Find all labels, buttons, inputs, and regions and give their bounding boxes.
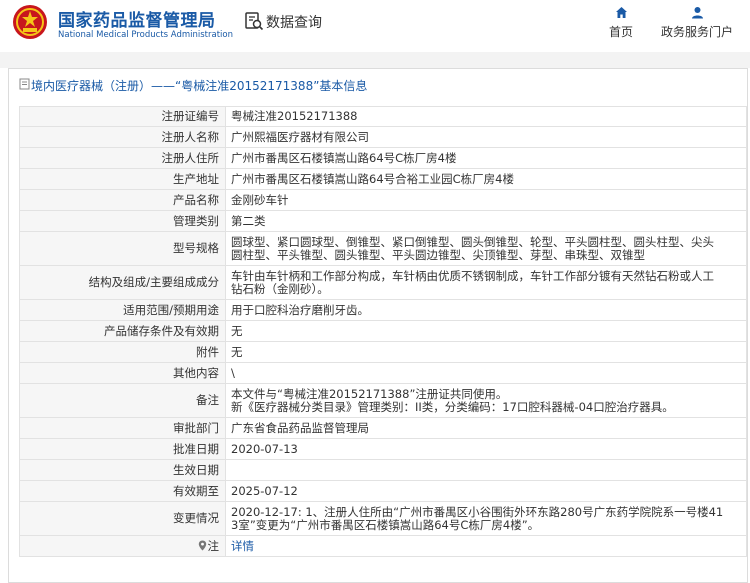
header-divider [0, 52, 750, 68]
table-row: 变更情况 2020-12-17: 1、注册人住所由“广州市番禺区小谷围街外环东路… [19, 501, 747, 536]
field-value-line: 3室”变更为“广州市番禺区石楼镇嵩山路64号C栋厂房4楼”。 [231, 517, 540, 532]
field-value: 无 [225, 320, 747, 342]
nav-service-portal-label: 政务服务门户 [660, 25, 733, 39]
field-value: 广州市番禺区石楼镇嵩山路64号合裕工业园C栋厂房4楼 [225, 168, 747, 190]
field-label: 注册人住所 [19, 147, 226, 169]
field-value-line: 第二类 [231, 213, 266, 228]
field-value: 2020-12-17: 1、注册人住所由“广州市番禺区小谷围街外环东路280号广… [225, 501, 747, 536]
field-value-line: 广州市番禺区石楼镇嵩山路64号合裕工业园C栋厂房4楼 [231, 171, 514, 186]
field-value-line: 金刚砂车针 [231, 192, 289, 207]
field-value-line: 粤械注准20152171388 [231, 109, 358, 123]
field-label: 适用范围/预期用途 [19, 299, 226, 321]
field-label: 审批部门 [19, 417, 226, 439]
details-link[interactable]: 详情 [231, 539, 254, 553]
table-row: 生效日期 [19, 459, 747, 481]
table-row: 管理类别 第二类 [19, 210, 747, 232]
detail-title: 境内医疗器械（注册）——“粤械注准20152171388”基本信息 [31, 79, 368, 93]
table-row: 适用范围/预期用途 用于口腔科治疗磨削牙齿。 [19, 299, 747, 321]
home-icon [615, 7, 627, 18]
field-value: 2025-07-12 [225, 480, 747, 502]
field-label: 有效期至 [19, 480, 226, 502]
field-value: 2020-07-13 [225, 438, 747, 460]
field-label: 管理类别 [19, 210, 226, 232]
table-row: 注 详情 [19, 535, 747, 557]
note-label-cell: 注 [19, 535, 226, 557]
field-value: 圆球型、紧口圆球型、倒锥型、紧口倒锥型、圆头倒锥型、轮型、平头圆柱型、圆头柱型、… [225, 231, 747, 266]
table-row: 其他内容 \ [19, 362, 747, 384]
field-value-line: 新《医疗器械分类目录》管理类别：II类，分类编码：17口腔科器械-04口腔治疗器… [231, 399, 674, 414]
field-value: 广州市番禺区石楼镇嵩山路64号C栋厂房4楼 [225, 147, 747, 169]
table-row: 审批部门 广东省食品药品监督管理局 [19, 417, 747, 439]
nav-service-portal[interactable]: 政务服务门户 [660, 6, 734, 40]
note-label: 注 [207, 538, 220, 553]
table-row: 有效期至 2025-07-12 [19, 480, 747, 502]
field-label: 批准日期 [19, 438, 226, 460]
field-label: 备注 [19, 383, 226, 418]
table-row: 型号规格 圆球型、紧口圆球型、倒锥型、紧口倒锥型、圆头倒锥型、轮型、平头圆柱型、… [19, 231, 747, 266]
field-value-line: 圆柱型、平头锥型、圆头锥型、平头圆边锥型、尖顶锥型、芽型、串珠型、双锥型 [231, 247, 645, 262]
data-query-label[interactable]: 数据查询 [266, 12, 322, 32]
field-value: 广东省食品药品监督管理局 [225, 417, 747, 439]
field-label: 结构及组成/主要组成成分 [19, 265, 226, 300]
field-value: 广州熙福医疗器材有限公司 [225, 126, 747, 148]
table-row: 产品储存条件及有效期 无 [19, 320, 747, 342]
nav-home-label: 首页 [608, 25, 633, 39]
field-value: 无 [225, 341, 747, 363]
table-row: 备注 本文件与“粤械注准20152171388”注册证共同使用。 新《医疗器械分类… [19, 383, 747, 418]
field-value-line: 广州熙福医疗器材有限公司 [231, 129, 369, 144]
field-value-line: 用于口腔科治疗磨削牙齿。 [231, 302, 369, 317]
field-value: 用于口腔科治疗磨削牙齿。 [225, 299, 747, 321]
table-row: 批准日期 2020-07-13 [19, 438, 747, 460]
field-value [225, 459, 747, 481]
site-logo-subtitle: National Medical Products Administration [58, 30, 233, 40]
site-logo-title[interactable]: 国家药品监督管理局 [58, 6, 216, 31]
field-value-line: 钻石粉（金刚砂）。 [231, 281, 329, 296]
field-value: 第二类 [225, 210, 747, 232]
field-value: 车针由车针柄和工作部分构成，车针柄由优质不锈钢制成，车针工作部分镀有天然钻石粉或… [225, 265, 747, 300]
registration-info-table: 注册证编号 粤械注准20152171388 注册人名称 广州熙福医疗器材有限公司… [19, 106, 747, 557]
nav-home[interactable]: 首页 [605, 6, 637, 40]
field-value-line: 车针由车针柄和工作部分构成，车针柄由优质不锈钢制成，车针工作部分镀有天然钻石粉或… [231, 268, 714, 283]
field-value-line: 广东省食品药品监督管理局 [231, 420, 369, 435]
table-row: 产品名称 金刚砂车针 [19, 189, 747, 211]
field-value-line: 广州市番禺区石楼镇嵩山路64号C栋厂房4楼 [231, 150, 457, 165]
field-value-line: 本文件与“粤械注准20152171388”注册证共同使用。 [231, 386, 508, 401]
field-value: 金刚砂车针 [225, 189, 747, 211]
field-label: 产品储存条件及有效期 [19, 320, 226, 342]
table-row: 注册证编号 粤械注准20152171388 [19, 106, 747, 127]
field-value: 详情 [225, 535, 747, 557]
field-label: 其他内容 [19, 362, 226, 384]
field-label: 变更情况 [19, 501, 226, 536]
field-value: 本文件与“粤械注准20152171388”注册证共同使用。 新《医疗器械分类目录》… [225, 383, 747, 418]
field-label: 生产地址 [19, 168, 226, 190]
site-header: 国家药品监督管理局 National Medical Products Admi… [0, 0, 750, 52]
detail-title-bar: 境内医疗器械（注册）——“粤械注准20152171388”基本信息 [9, 69, 747, 99]
national-emblem-icon [13, 5, 47, 39]
field-value-line: 无 [231, 344, 243, 359]
field-value: 粤械注准20152171388 [225, 106, 747, 127]
table-row: 附件 无 [19, 341, 747, 363]
table-row: 结构及组成/主要组成成分 车针由车针柄和工作部分构成，车针柄由优质不锈钢制成，车… [19, 265, 747, 300]
table-row: 注册人住所 广州市番禺区石楼镇嵩山路64号C栋厂房4楼 [19, 147, 747, 169]
field-value-line: 圆球型、紧口圆球型、倒锥型、紧口倒锥型、圆头倒锥型、轮型、平头圆柱型、圆头柱型、… [231, 234, 714, 249]
table-row: 生产地址 广州市番禺区石楼镇嵩山路64号合裕工业园C栋厂房4楼 [19, 168, 747, 190]
field-value-line: 2020-07-13 [231, 441, 298, 456]
field-value-line: 无 [231, 323, 243, 338]
detail-panel: 境内医疗器械（注册）——“粤械注准20152171388”基本信息 注册证编号 … [8, 68, 748, 583]
location-pin-icon [198, 540, 206, 550]
field-label: 生效日期 [19, 459, 226, 481]
field-value-line: 2020-12-17: 1、注册人住所由“广州市番禺区小谷围街外环东路280号广… [231, 504, 724, 519]
field-label: 型号规格 [19, 231, 226, 266]
field-value-line: 2025-07-12 [231, 483, 298, 498]
user-icon [691, 7, 703, 19]
field-label: 附件 [19, 341, 226, 363]
field-value-line: \ [231, 365, 235, 380]
field-label: 产品名称 [19, 189, 226, 211]
document-icon [19, 78, 30, 90]
table-row: 注册人名称 广州熙福医疗器材有限公司 [19, 126, 747, 148]
field-value: \ [225, 362, 747, 384]
field-label: 注册人名称 [19, 126, 226, 148]
data-query-icon [245, 12, 264, 31]
field-label: 注册证编号 [19, 106, 226, 127]
